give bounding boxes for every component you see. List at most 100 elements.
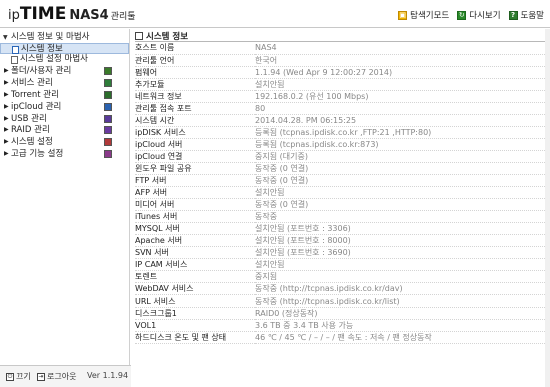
version-label: Ver 1.1.94 xyxy=(87,371,129,380)
logout-label: 로그아웃 xyxy=(47,372,77,381)
group-icon xyxy=(104,114,112,123)
collapsed-arrow-icon: ▶ xyxy=(4,90,9,98)
info-value: 설치안됨 xyxy=(255,186,545,200)
sidebar-group-label: Torrent 관리 xyxy=(11,89,59,100)
info-value: 한국어 xyxy=(255,54,545,67)
collapsed-arrow-icon: ▶ xyxy=(4,114,9,122)
info-value: 중지됨 xyxy=(255,270,545,284)
info-value: 설치안됨 xyxy=(255,258,545,272)
document-icon xyxy=(11,56,18,64)
info-key: WebDAV 서비스 xyxy=(135,282,255,296)
info-value: RAID0 (정상동작) xyxy=(255,307,545,320)
info-value: 동작중 (0 연결) xyxy=(255,174,545,188)
table-row: ipDISK 서비스 등록됨 (tcpnas.ipdisk.co.kr ,FTP:… xyxy=(135,126,545,139)
table-row: IP CAM 서비스 설치안됨 xyxy=(135,258,545,272)
sidebar-group-label: 폴더/사용자 관리 xyxy=(11,66,72,76)
refresh-icon: ↻ xyxy=(457,10,467,20)
sidebar-item-setup-wizard[interactable]: 시스템 설정 마법사 xyxy=(0,54,129,65)
group-icon xyxy=(104,90,112,99)
top-bar: ip TIME NAS4 관리툴 ▣ 탐색기모드 ↻ 다시보기 ? 도움말 xyxy=(0,0,550,28)
sidebar-group-item[interactable]: ▶ 서비스 관리 xyxy=(0,77,129,89)
refresh-link[interactable]: ↻ 다시보기 xyxy=(457,9,501,21)
table-row: iTunes 서버 동작중 xyxy=(135,210,545,224)
table-row: ipCloud 연결 중지됨 (대기중) xyxy=(135,150,545,163)
explorer-mode-link[interactable]: ▣ 탐색기모드 xyxy=(398,9,449,21)
info-key: 관리툴 언어 xyxy=(135,54,255,67)
main-content: 시스템 정보 호스트 이름 NAS4 관리툴 언어 한국어 펌웨어 1.1.94 (Wed… xyxy=(131,29,545,387)
info-value: 설치안됨 (포트번호 : 3306) xyxy=(255,222,545,236)
info-key: 디스크그룹1 xyxy=(135,307,255,320)
info-key: ipCloud 서버 xyxy=(135,138,255,151)
document-icon xyxy=(12,46,19,54)
info-key: ipCloud 연결 xyxy=(135,150,255,163)
sidebar-group-item[interactable]: ▶ USB 관리 xyxy=(0,113,129,125)
info-key: URL 서비스 xyxy=(135,294,255,308)
table-row: 네트워크 정보 192.168.0.2 (유선 100 Mbps) xyxy=(135,90,545,103)
sidebar-group-item[interactable]: ▶ 폴더/사용자 관리 xyxy=(0,65,129,77)
help-icon: ? xyxy=(508,10,518,20)
table-row: 추가모듈 설치안됨 xyxy=(135,78,545,91)
app-logo: ip TIME NAS4 관리툴 xyxy=(8,4,136,24)
sidebar-item-system-info[interactable]: 시스템 정보 xyxy=(0,43,129,54)
group-icon xyxy=(104,102,112,111)
info-key: 네트워크 정보 xyxy=(135,90,255,103)
logo-ip: ip xyxy=(8,8,20,23)
info-key: 미디어 서버 xyxy=(135,198,255,212)
info-value: 2014.04.28. PM 06:15:25 xyxy=(255,114,545,127)
scrollbar[interactable] xyxy=(545,29,550,387)
table-row: WebDAV 서비스 동작중 (http://tcpnas.ipdisk.co.k… xyxy=(135,282,545,296)
info-value: 3.6 TB 중 3.4 TB 사용 가능 xyxy=(255,319,545,332)
info-value: 등록됨 (tcpnas.ipdisk.co.kr ,FTP:21 ,HTTP:8… xyxy=(255,126,545,139)
table-row: VOL1 3.6 TB 중 3.4 TB 사용 가능 xyxy=(135,319,545,332)
sidebar-group-item[interactable]: ▶ 고급 기능 설정 xyxy=(0,148,129,160)
expanded-arrow-icon: ▼ xyxy=(3,34,8,41)
sidebar-group-item[interactable]: ▶ ipCloud 관리 xyxy=(0,101,129,113)
sidebar-group-item[interactable]: ▶ Torrent 관리 xyxy=(0,89,129,101)
sidebar-group-item[interactable]: ▶ RAID 관리 xyxy=(0,124,129,136)
logout-button[interactable]: ⇥ 로그아웃 xyxy=(37,371,76,382)
table-row: MYSQL 서버 설치안됨 (포트번호 : 3306) xyxy=(135,222,545,236)
sidebar-footer: ⏻ 끄기 ⇥ 로그아웃 Ver 1.1.94 xyxy=(0,365,131,387)
table-row: 하드디스크 온도 및 팬 상태 46 ℃ / 45 ℃ / – / – / 팬 속… xyxy=(135,331,545,344)
collapsed-arrow-icon: ▶ xyxy=(4,138,9,146)
logout-icon: ⇥ xyxy=(37,372,45,381)
sidebar-group-label: 고급 기능 설정 xyxy=(11,149,64,160)
info-value: NAS4 xyxy=(255,42,545,55)
sidebar-root-system-info[interactable]: ▼ 시스템 정보 및 마법사 xyxy=(0,32,129,43)
table-row: 관리툴 언어 한국어 xyxy=(135,54,545,67)
info-value: 46 ℃ / 45 ℃ / – / – / 팬 속도 : 저속 / 팬 정상동작 xyxy=(255,331,545,344)
explorer-icon: ▣ xyxy=(398,10,408,20)
group-icon xyxy=(104,126,112,135)
info-value: 80 xyxy=(255,102,545,115)
collapsed-arrow-icon: ▶ xyxy=(4,78,9,86)
info-key: 시스템 시간 xyxy=(135,114,255,127)
power-icon: ⏻ xyxy=(6,372,14,381)
system-info-table: 호스트 이름 NAS4 관리툴 언어 한국어 펌웨어 1.1.94 (Wed Apr 9 … xyxy=(135,42,545,344)
collapsed-arrow-icon: ▶ xyxy=(4,126,9,134)
table-row: 호스트 이름 NAS4 xyxy=(135,42,545,55)
logo-model: NAS4 xyxy=(69,8,109,23)
info-key: 호스트 이름 xyxy=(135,42,255,55)
logo-time: TIME xyxy=(19,4,67,24)
info-key: 펌웨어 xyxy=(135,66,255,79)
info-key: 토렌트 xyxy=(135,270,255,284)
info-key: VOL1 xyxy=(135,319,255,332)
sidebar: ▼ 시스템 정보 및 마법사 시스템 정보 시스템 설정 마법사 ▶ 폴더/사용자… xyxy=(0,29,130,365)
group-icon xyxy=(104,78,112,87)
table-row: 펌웨어 1.1.94 (Wed Apr 9 12:00:27 2014) xyxy=(135,66,545,79)
info-value: 192.168.0.2 (유선 100 Mbps) xyxy=(255,90,545,103)
info-key: SVN 서버 xyxy=(135,246,255,260)
table-row: FTP 서버 동작중 (0 연결) xyxy=(135,174,545,188)
help-link[interactable]: ? 도움말 xyxy=(508,9,544,21)
power-off-label: 끄기 xyxy=(16,372,31,381)
sidebar-group-item[interactable]: ▶ 시스템 설정 xyxy=(0,136,129,148)
sidebar-group-label: 시스템 설정 xyxy=(11,137,53,148)
power-off-button[interactable]: ⏻ 끄기 xyxy=(6,371,31,382)
system-info-icon xyxy=(135,31,143,40)
info-value: 등록됨 (tcpnas.ipdisk.co.kr:873) xyxy=(255,138,545,151)
info-value: 설치안됨 (포트번호 : 8000) xyxy=(255,234,545,248)
info-key: 윈도우 파일 공유 xyxy=(135,162,255,176)
refresh-label: 다시보기 xyxy=(469,11,501,21)
sidebar-group-label: 서비스 관리 xyxy=(11,77,53,88)
info-key: IP CAM 서비스 xyxy=(135,258,255,272)
